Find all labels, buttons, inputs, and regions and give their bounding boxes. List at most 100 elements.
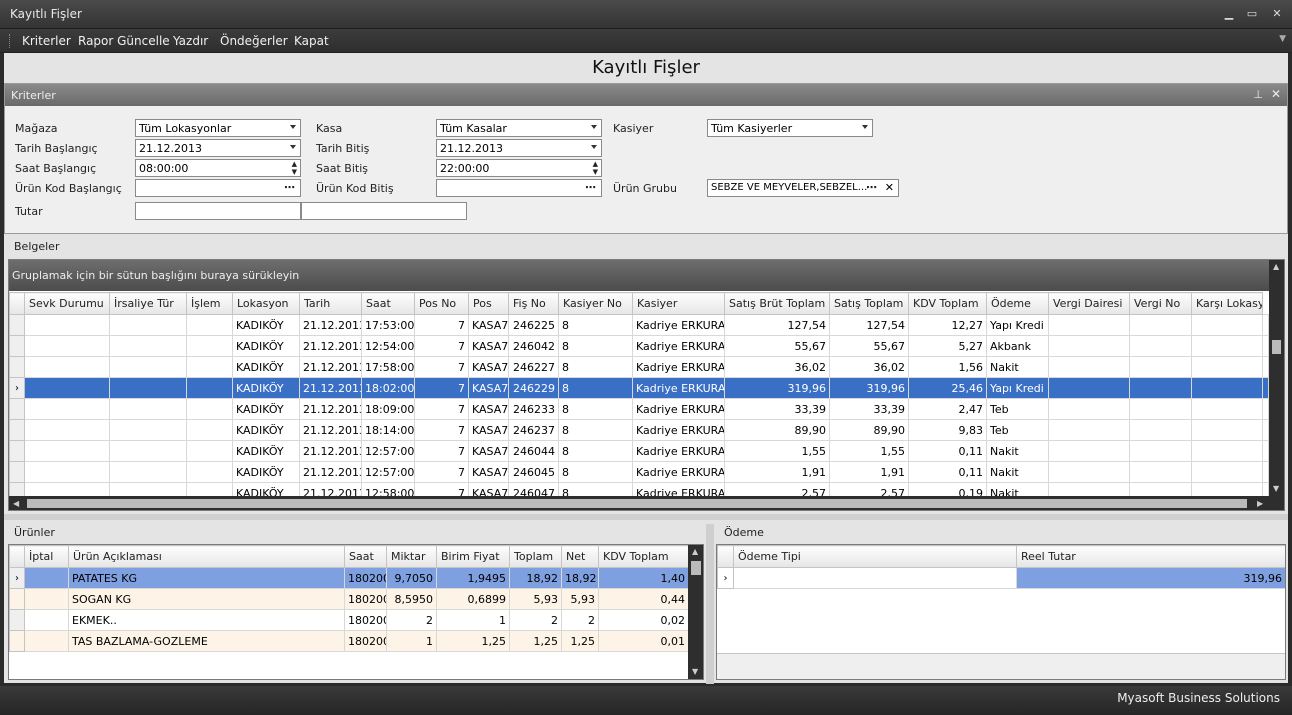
table-cell[interactable]: Nakit: [986, 440, 1049, 462]
tarih-bitis-field[interactable]: 21.12.2013: [436, 139, 602, 157]
table-cell[interactable]: Nakit: [986, 461, 1049, 483]
row-indicator[interactable]: [9, 440, 25, 462]
urun-grubu-field[interactable]: SEBZE VE MEYVELER,SEBZEL... ⋯ ✕: [707, 179, 899, 197]
table-cell[interactable]: 1,56: [908, 356, 987, 378]
table-cell[interactable]: 12:57:00: [361, 440, 415, 462]
table-cell[interactable]: 246044: [508, 440, 559, 462]
table-cell[interactable]: 246233: [508, 398, 559, 420]
table-cell[interactable]: Yapı Kredi: [986, 377, 1049, 399]
table-row[interactable]: SOGAN KG 180200 8,5950 0,6899 5,93 5,93 0,44: [9, 588, 689, 610]
column-header[interactable]: Satış Toplam: [829, 292, 909, 315]
chevron-down-icon[interactable]: [862, 125, 868, 129]
spin-icon[interactable]: ▲ ▼: [292, 160, 297, 176]
table-cell[interactable]: Kadriye ERKURAN: [632, 419, 725, 441]
table-cell[interactable]: [109, 398, 187, 420]
table-cell[interactable]: [1191, 377, 1263, 399]
table-cell[interactable]: 21.12.2013: [299, 461, 362, 483]
table-cell[interactable]: 2,47: [908, 398, 987, 420]
table-cell[interactable]: 8: [558, 335, 633, 357]
row-indicator[interactable]: ›: [717, 567, 734, 589]
scroll-up-icon[interactable]: ▲: [1273, 262, 1279, 271]
table-cell[interactable]: 246045: [508, 461, 559, 483]
table-cell[interactable]: 0,11: [908, 461, 987, 483]
table-cell[interactable]: [24, 335, 110, 357]
table-row[interactable]: KADIKÖY 21.12.2013 17:53:00 7 KASA7 246225 8 Ka…: [9, 314, 1269, 336]
table-cell[interactable]: 36,02: [829, 356, 909, 378]
table-cell[interactable]: KADIKÖY: [232, 356, 300, 378]
table-row[interactable]: KADIKÖY 21.12.2013 17:58:00 7 KASA7 246227 8 Ka…: [9, 356, 1269, 378]
close-icon[interactable]: ✕: [1270, 7, 1284, 21]
table-cell[interactable]: 2: [561, 609, 599, 631]
table-cell[interactable]: [1048, 335, 1130, 357]
table-cell[interactable]: 21.12.2013: [299, 335, 362, 357]
table-cell[interactable]: [1129, 398, 1192, 420]
table-cell[interactable]: KADIKÖY: [232, 314, 300, 336]
table-cell[interactable]: 246229: [508, 377, 559, 399]
table-cell[interactable]: 89,90: [829, 419, 909, 441]
column-header[interactable]: İşlem: [186, 292, 233, 315]
column-header[interactable]: Kasiyer: [632, 292, 725, 315]
scroll-thumb-h[interactable]: [27, 499, 1247, 508]
column-header[interactable]: Kasiyer No: [558, 292, 633, 315]
table-cell[interactable]: 33,39: [724, 398, 830, 420]
table-row[interactable]: EKMEK.. 180200 2 1 2 2 0,02: [9, 609, 689, 631]
table-cell[interactable]: [1129, 377, 1192, 399]
table-cell[interactable]: [24, 630, 69, 652]
kasa-select[interactable]: Tüm Kasalar: [436, 119, 602, 137]
pin-icon[interactable]: ⊥: [1253, 88, 1263, 101]
table-cell[interactable]: [186, 314, 233, 336]
table-cell[interactable]: 18:02:00: [361, 377, 415, 399]
maximize-icon[interactable]: ▭: [1245, 7, 1259, 21]
table-cell[interactable]: 21.12.2013: [299, 314, 362, 336]
table-cell[interactable]: 55,67: [829, 335, 909, 357]
table-cell[interactable]: KADIKÖY: [232, 377, 300, 399]
table-row[interactable]: KADIKÖY 21.12.2013 12:57:00 7 KASA7 246045 8 Ka…: [9, 461, 1269, 483]
table-cell[interactable]: 1,25: [561, 630, 599, 652]
menu-overflow-icon[interactable]: ▼: [1279, 34, 1286, 44]
row-indicator[interactable]: ›: [9, 567, 25, 589]
table-cell[interactable]: [186, 461, 233, 483]
table-cell[interactable]: 21.12.2013: [299, 377, 362, 399]
chevron-down-icon[interactable]: [591, 125, 597, 129]
scroll-up-icon[interactable]: ▲: [692, 547, 698, 556]
table-cell[interactable]: [1191, 314, 1263, 336]
table-cell[interactable]: Kadriye ERKURAN: [632, 314, 725, 336]
urun-kod-bitis-field[interactable]: ⋯: [436, 179, 602, 197]
table-cell[interactable]: [1048, 356, 1130, 378]
table-cell[interactable]: 1,91: [829, 461, 909, 483]
table-cell[interactable]: Teb: [986, 419, 1049, 441]
table-cell[interactable]: 1: [436, 609, 510, 631]
table-cell[interactable]: KASA7: [468, 440, 509, 462]
table-cell[interactable]: [109, 335, 187, 357]
table-cell[interactable]: [1129, 314, 1192, 336]
column-header[interactable]: KDV Toplam: [598, 545, 689, 568]
row-indicator[interactable]: [9, 419, 25, 441]
table-cell[interactable]: 319,96: [829, 377, 909, 399]
scroll-left-icon[interactable]: ◀: [13, 499, 19, 508]
table-cell[interactable]: 1,55: [724, 440, 830, 462]
magaza-select[interactable]: Tüm Lokasyonlar: [135, 119, 301, 137]
table-row[interactable]: KADIKÖY 21.12.2013 18:09:00 7 KASA7 246233 8 Ka…: [9, 398, 1269, 420]
table-cell[interactable]: 2: [509, 609, 562, 631]
table-cell[interactable]: KASA7: [468, 335, 509, 357]
table-cell[interactable]: Kadriye ERKURAN: [632, 461, 725, 483]
table-row[interactable]: › KADIKÖY 21.12.2013 18:02:00 7 KASA7 246229 8 K…: [9, 377, 1269, 399]
column-header[interactable]: Saat: [361, 292, 415, 315]
table-cell[interactable]: 1,55: [829, 440, 909, 462]
table-cell[interactable]: Yapı Kredi: [986, 314, 1049, 336]
table-cell[interactable]: 18,92: [509, 567, 562, 589]
table-cell[interactable]: 1,25: [436, 630, 510, 652]
row-indicator[interactable]: [9, 314, 25, 336]
table-cell[interactable]: 7: [414, 356, 469, 378]
tarih-baslangic-field[interactable]: 21.12.2013: [135, 139, 301, 157]
table-cell[interactable]: 33,39: [829, 398, 909, 420]
table-cell[interactable]: 21.12.2013: [299, 440, 362, 462]
row-indicator[interactable]: [9, 398, 25, 420]
table-cell[interactable]: 319,96: [724, 377, 830, 399]
table-cell[interactable]: 21.12.2013: [299, 398, 362, 420]
urun-kod-baslangic-field[interactable]: ⋯: [135, 179, 301, 197]
kasiyer-select[interactable]: Tüm Kasiyerler: [707, 119, 873, 137]
row-indicator[interactable]: [9, 461, 25, 483]
column-header[interactable]: Sevk Durumu: [24, 292, 110, 315]
table-cell[interactable]: 127,54: [829, 314, 909, 336]
